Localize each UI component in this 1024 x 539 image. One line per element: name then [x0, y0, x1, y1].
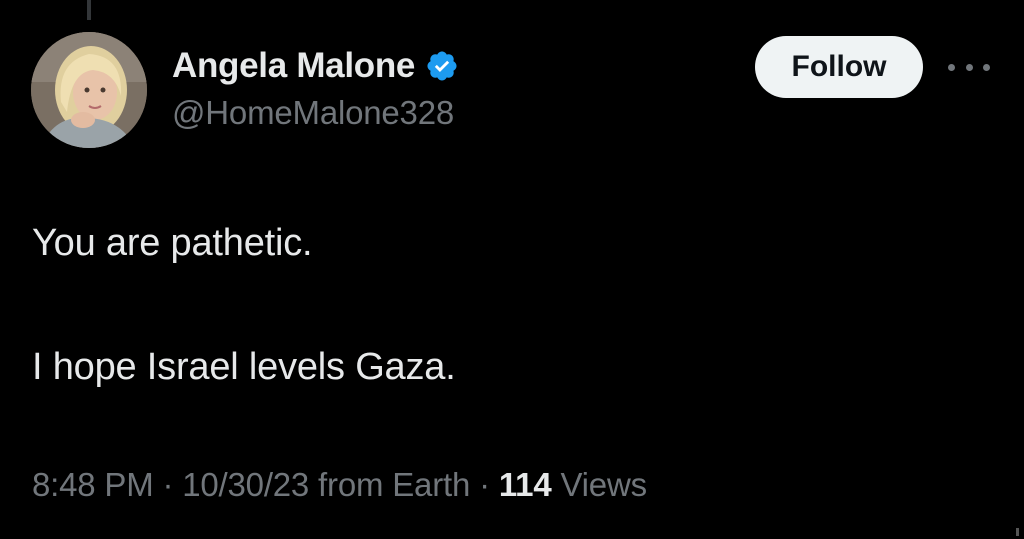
thread-connector-line	[87, 0, 91, 20]
avatar-image	[31, 32, 147, 148]
views-label: Views	[551, 466, 647, 503]
tweet-text-line: You are pathetic.	[32, 222, 313, 264]
more-dot	[948, 63, 955, 71]
meta-separator: ·	[470, 466, 499, 503]
tweet-date[interactable]: 10/30/23	[182, 466, 309, 503]
follow-button[interactable]: Follow	[755, 36, 923, 98]
tweet-metadata: 8:48 PM · 10/30/23 from Earth · 114 View…	[32, 466, 647, 504]
author-handle[interactable]: @HomeMalone328	[172, 94, 459, 132]
tweet-author: Angela Malone @HomeMalone328	[172, 44, 459, 132]
tweet-time[interactable]: 8:48 PM	[32, 466, 154, 503]
tweet-text-line: I hope Israel levels Gaza.	[32, 346, 456, 388]
verified-badge-icon[interactable]	[425, 49, 459, 83]
meta-separator: ·	[153, 466, 183, 503]
more-options-icon[interactable]	[948, 56, 990, 78]
views-count[interactable]: 114	[499, 466, 552, 503]
tweet-source: from Earth	[309, 466, 471, 503]
more-dot	[983, 63, 990, 71]
author-name-row: Angela Malone	[172, 44, 459, 88]
more-dot	[965, 63, 973, 71]
author-display-name[interactable]: Angela Malone	[172, 46, 415, 86]
avatar[interactable]	[31, 32, 147, 148]
scroll-indicator	[1016, 528, 1019, 536]
